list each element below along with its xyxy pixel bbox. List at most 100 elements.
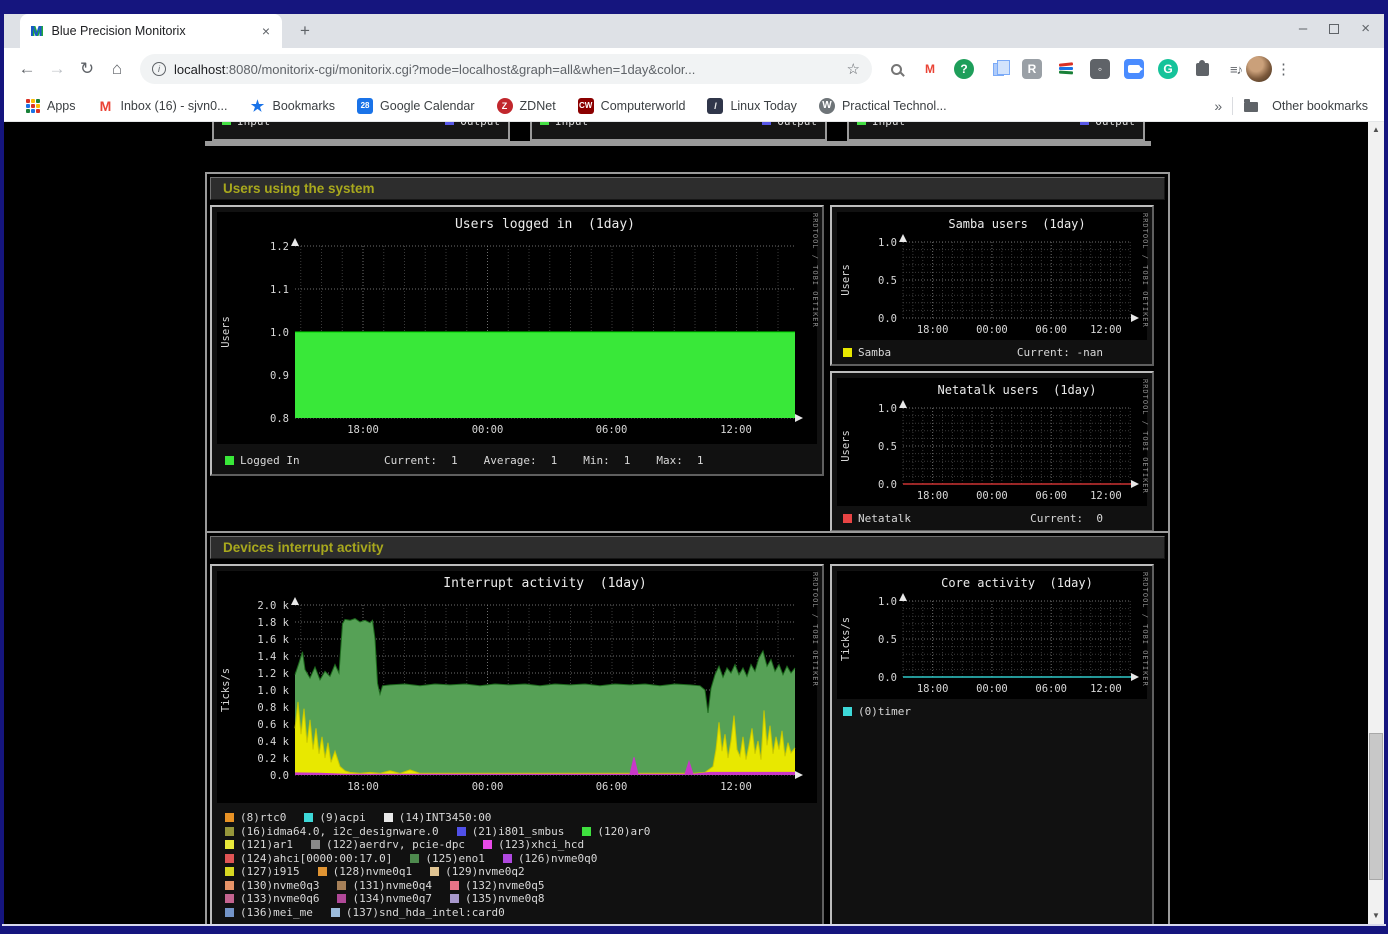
copy-pages-extension[interactable] — [988, 59, 1008, 79]
extensions-row: M? R ◦ G ≡♪ — [886, 59, 1246, 79]
netatalk-users-graph[interactable]: 0.00.51.018:0000:0006:0012:00Netatalk us… — [830, 371, 1154, 532]
bookmark-lt[interactable]: lLinux Today — [707, 98, 797, 114]
interrupt-legend-item: (16)idma64.0, i2c_designware.0 — [225, 825, 439, 839]
bookmark-gmail[interactable]: MInbox (16) - sjvn0... — [98, 98, 228, 114]
svg-text:0.0: 0.0 — [878, 672, 897, 684]
interrupt-legend-item: (128)nvme0q1 — [318, 865, 412, 879]
interrupt-legend-item: (135)nvme0q8 — [450, 892, 544, 906]
cw-icon: CW — [578, 98, 594, 114]
scroll-down-arrow[interactable]: ▼ — [1368, 908, 1384, 924]
bookmark-star-icon[interactable]: ☆ — [847, 60, 860, 78]
browser-window: M Blue Precision Monitorix × + – × ← → ↻… — [0, 0, 1388, 934]
other-bookmarks[interactable]: Other bookmarks — [1243, 98, 1368, 114]
chat-help-extension[interactable]: ? — [954, 59, 974, 79]
interrupt-activity-graph[interactable]: 0.00.2 k0.4 k0.6 k0.8 k1.0 k1.2 k1.4 k1.… — [210, 564, 824, 926]
lt-icon: l — [707, 98, 723, 114]
roboform-extension[interactable]: R — [1022, 59, 1042, 79]
browser-tab[interactable]: M Blue Precision Monitorix × — [20, 14, 282, 48]
svg-text:Users: Users — [840, 430, 852, 462]
books-extension[interactable] — [1056, 59, 1076, 79]
bookmarks-overflow-chevron[interactable]: » — [1214, 98, 1222, 114]
gmail-icon: M — [98, 98, 114, 114]
cutoff-graph-panel[interactable]: InputOutput — [530, 122, 827, 141]
gmail-extension[interactable]: M — [920, 59, 940, 79]
svg-text:00:00: 00:00 — [976, 683, 1008, 695]
legend-output: Output — [1080, 122, 1135, 128]
svg-text:06:00: 06:00 — [1035, 324, 1067, 336]
apps-icon — [26, 99, 40, 113]
window-close-button[interactable]: × — [1361, 20, 1370, 37]
bookmark-cal[interactable]: 28Google Calendar — [357, 98, 475, 114]
home-button[interactable]: ⌂ — [102, 59, 132, 79]
svg-text:Ticks/s: Ticks/s — [840, 617, 852, 661]
new-tab-button[interactable]: + — [300, 21, 310, 41]
svg-text:0.5: 0.5 — [878, 441, 897, 453]
interrupt-legend-item: (121)ar1 — [225, 838, 293, 852]
back-button[interactable]: ← — [12, 59, 42, 79]
star-icon: ★ — [250, 98, 266, 114]
section-header-interrupts: Devices interrupt activity — [210, 536, 1165, 559]
interrupt-legend-item: (8)rtc0 — [225, 811, 286, 825]
cutoff-graph-panel[interactable]: InputOutput — [212, 122, 510, 141]
svg-text:06:00: 06:00 — [1035, 683, 1067, 695]
bookmark-star[interactable]: ★Bookmarks — [250, 98, 336, 114]
interrupt-legend-item: (127)i915 — [225, 865, 300, 879]
svg-text:Users: Users — [220, 316, 232, 348]
address-bar[interactable]: i localhost:8080/monitorix-cgi/monitorix… — [140, 54, 872, 84]
browser-menu-icon[interactable]: ⋮ — [1276, 60, 1291, 78]
browser-toolbar: ← → ↻ ⌂ i localhost:8080/monitorix-cgi/m… — [4, 48, 1384, 90]
page-info-icon[interactable]: i — [152, 62, 166, 76]
svg-text:Users: Users — [840, 264, 852, 296]
interrupt-legend-item: (14)INT3450:00 — [384, 811, 492, 825]
profile-avatar[interactable] — [1246, 56, 1272, 82]
svg-text:06:00: 06:00 — [596, 424, 628, 436]
svg-text:Core activity (1day): Core activity (1day) — [941, 576, 1093, 590]
window-maximize-button[interactable] — [1329, 24, 1339, 34]
svg-text:1.2: 1.2 — [270, 241, 289, 253]
svg-text:00:00: 00:00 — [472, 424, 504, 436]
svg-text:00:00: 00:00 — [976, 324, 1008, 336]
samba-users-graph[interactable]: 0.00.51.018:0000:0006:0012:00Samba users… — [830, 205, 1154, 366]
window-bottom-border — [2, 926, 1386, 934]
svg-text:1.2 k: 1.2 k — [257, 668, 289, 680]
interrupt-legend-item: (130)nvme0q3 — [225, 879, 319, 893]
grammarly-extension[interactable]: G — [1158, 59, 1178, 79]
svg-text:Ticks/s: Ticks/s — [220, 668, 232, 712]
scrollbar-thumb[interactable] — [1369, 733, 1383, 880]
bookmark-zdnet[interactable]: ZZDNet — [497, 98, 556, 114]
svg-text:1.0: 1.0 — [878, 596, 897, 608]
interrupt-legend-item: (126)nvme0q0 — [503, 852, 597, 866]
bookmark-apps[interactable]: Apps — [26, 99, 76, 113]
reload-button[interactable]: ↻ — [72, 59, 102, 79]
bookmark-wp[interactable]: WPractical Technol... — [819, 98, 947, 114]
users-logged-in-graph[interactable]: 0.80.91.01.11.218:0000:0006:0012:00Users… — [210, 205, 824, 476]
tab-title: Blue Precision Monitorix — [52, 24, 260, 38]
svg-text:12:00: 12:00 — [1090, 324, 1122, 336]
tab-close-icon[interactable]: × — [260, 23, 272, 39]
keeper-extension[interactable]: ◦ — [1090, 59, 1110, 79]
svg-text:12:00: 12:00 — [1090, 683, 1122, 695]
svg-text:00:00: 00:00 — [976, 490, 1008, 502]
forward-button[interactable]: → — [42, 59, 72, 79]
svg-text:12:00: 12:00 — [720, 781, 752, 793]
interrupt-legend-item: (133)nvme0q6 — [225, 892, 319, 906]
extensions-puzzle-icon[interactable] — [1192, 59, 1212, 79]
svg-text:06:00: 06:00 — [596, 781, 628, 793]
cutoff-graph-panel[interactable]: InputOutput — [847, 122, 1145, 141]
window-minimize-button[interactable]: – — [1299, 20, 1307, 37]
search-extension[interactable] — [886, 59, 906, 79]
interrupt-legend-item: (120)ar0 — [582, 825, 650, 839]
playlist-extension[interactable]: ≡♪ — [1226, 59, 1246, 79]
zoom-extension[interactable] — [1124, 59, 1144, 79]
monitorix-favicon: M — [30, 23, 43, 40]
scroll-up-arrow[interactable]: ▲ — [1368, 122, 1384, 138]
legend-output: Output — [762, 122, 817, 128]
core-activity-graph[interactable]: 0.00.51.018:0000:0006:0012:00Core activi… — [830, 564, 1154, 926]
section-bottom-strip — [205, 141, 1151, 146]
svg-text:Netatalk users (1day): Netatalk users (1day) — [938, 383, 1097, 397]
bookmark-cw[interactable]: CWComputerworld — [578, 98, 686, 114]
url-text[interactable]: localhost:8080/monitorix-cgi/monitorix.c… — [174, 62, 839, 77]
vertical-scrollbar[interactable]: ▲ ▼ — [1368, 122, 1384, 924]
interrupt-activity-chart: 0.00.2 k0.4 k0.6 k0.8 k1.0 k1.2 k1.4 k1.… — [217, 571, 817, 803]
svg-text:06:00: 06:00 — [1035, 490, 1067, 502]
